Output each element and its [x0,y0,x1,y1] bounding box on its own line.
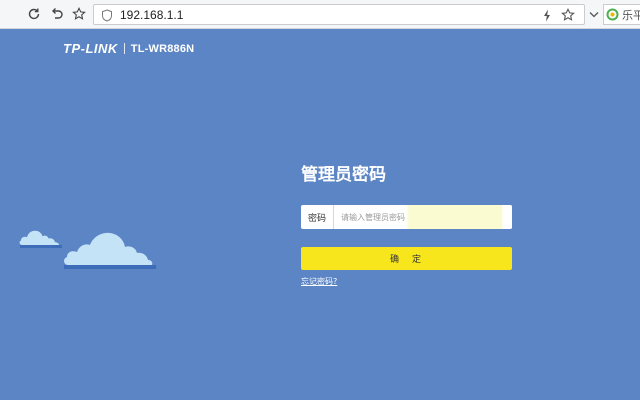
bolt-icon[interactable] [540,7,554,23]
chevron-down-icon[interactable] [587,6,601,22]
brand-header: TP-LINK TL-WR886N [63,41,194,56]
password-label: 密码 [301,205,334,229]
forgot-password-link[interactable]: 忘记密码? [301,276,337,287]
password-field: 密码 [301,205,512,229]
search-engine-logo-icon [606,8,619,21]
undo-icon[interactable] [47,4,67,24]
search-text: 乐平 [622,8,640,22]
brand-logo: TP-LINK [63,41,118,56]
refresh-icon[interactable] [24,4,44,24]
cloud-small-icon [19,230,62,248]
address-text: 192.168.1.1 [120,8,184,22]
model-name: TL-WR886N [130,42,195,55]
password-input[interactable] [335,205,512,229]
browser-toolbar: 192.168.1.1 乐平 [0,0,640,29]
login-title: 管理员密码 [301,165,386,185]
star-icon[interactable] [69,4,89,24]
address-bar[interactable]: 192.168.1.1 [93,4,585,25]
brand-divider [123,43,125,54]
confirm-button[interactable]: 确 定 [301,247,512,270]
shield-icon [100,8,114,22]
cloud-large-icon [64,232,156,269]
bookmark-star-icon[interactable] [560,7,576,23]
search-box[interactable]: 乐平 [603,4,640,25]
